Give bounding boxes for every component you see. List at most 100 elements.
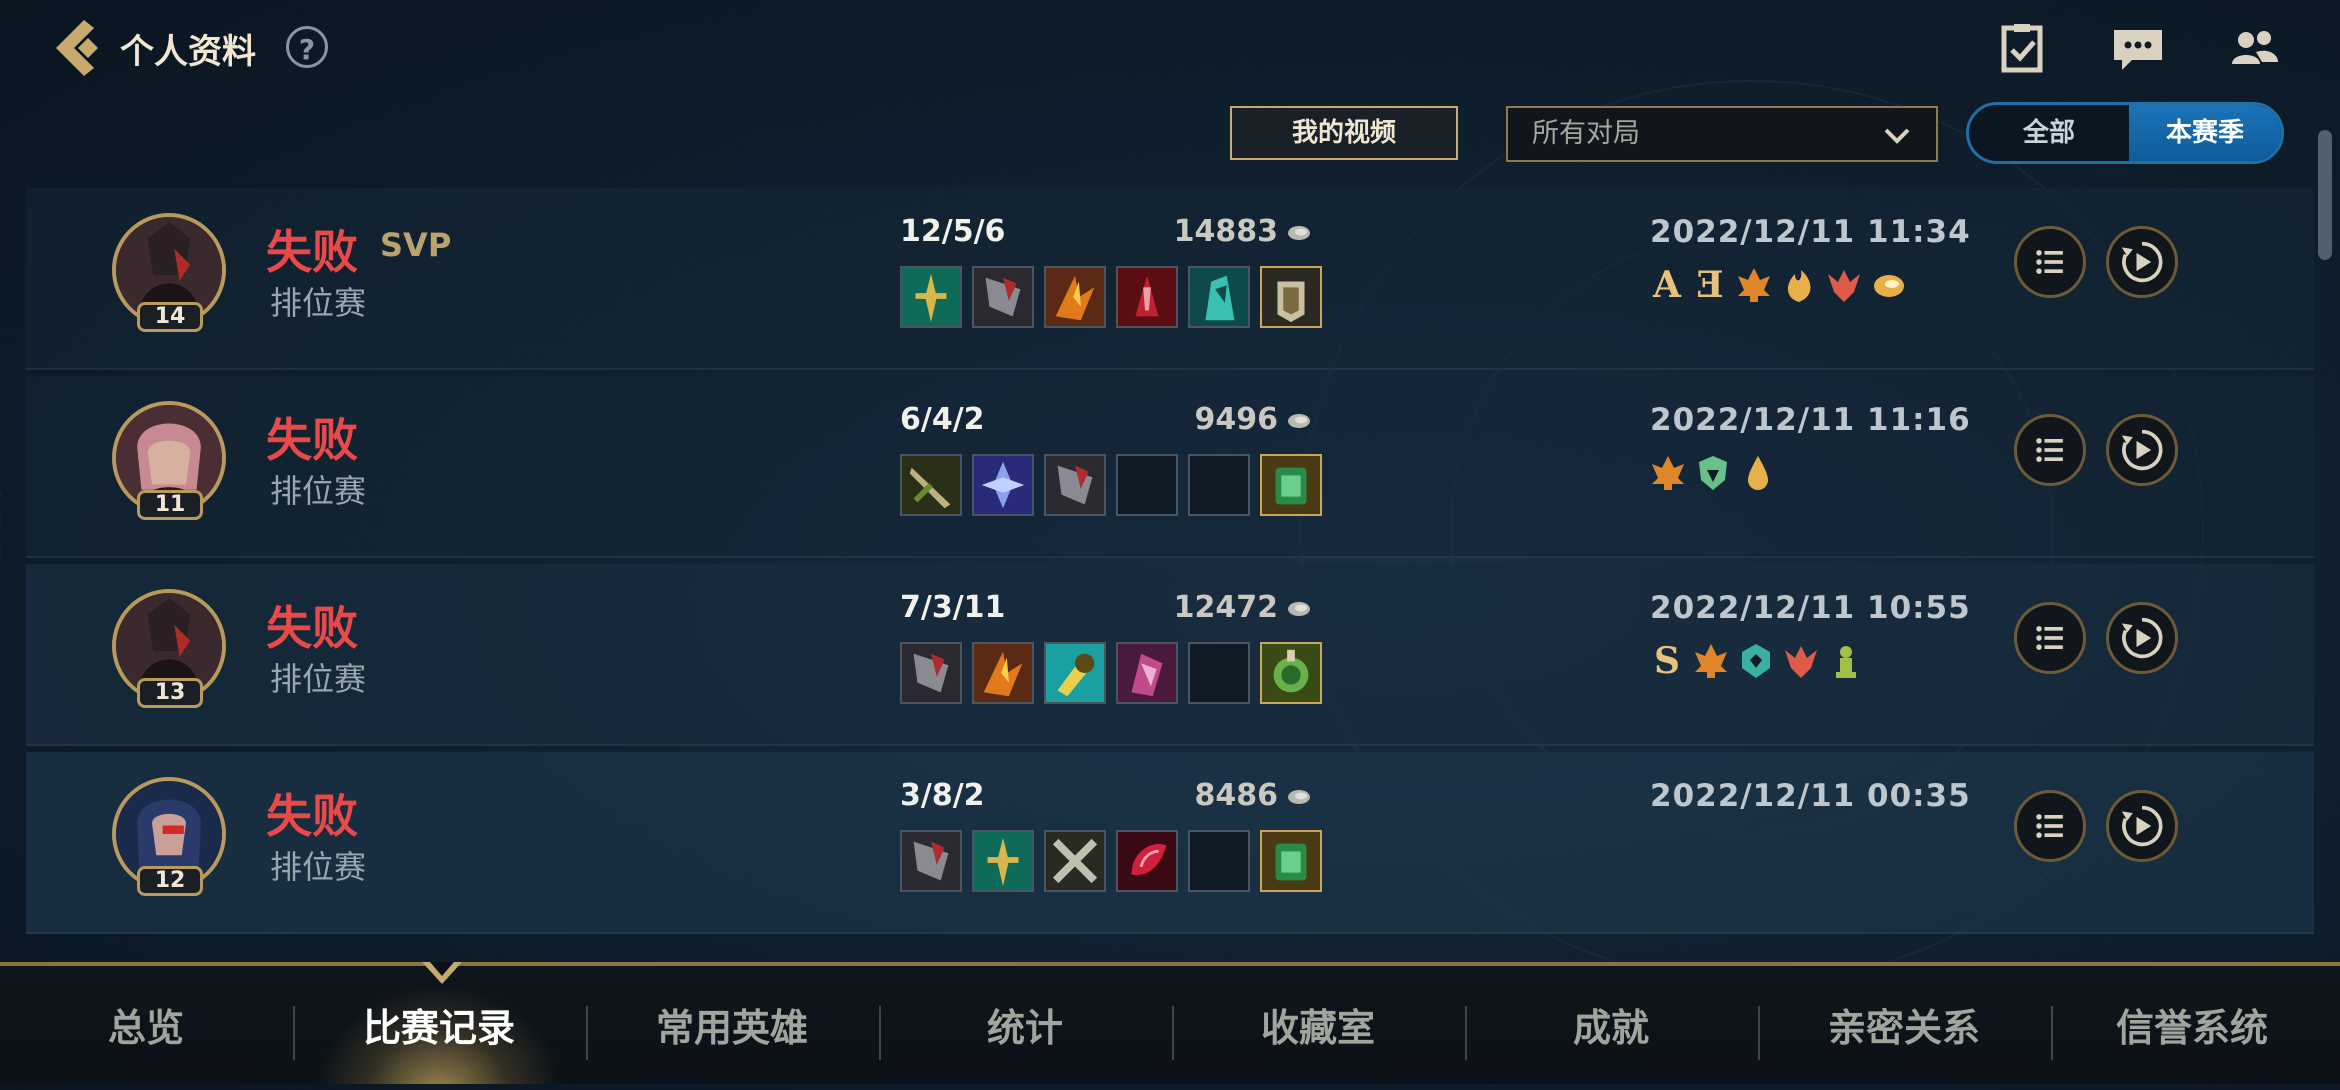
item-slot[interactable] [900,266,962,328]
segment-current-season[interactable]: 本赛季 [2129,105,2281,161]
replay-button[interactable] [2106,414,2178,486]
replay-button[interactable] [2106,226,2178,298]
missions-button[interactable] [1992,20,2052,76]
item-slot-empty[interactable] [1188,454,1250,516]
match-badges: S [1650,642,1868,682]
gold-coin-icon [1288,413,1310,428]
item-slot[interactable] [1044,830,1106,892]
top-bar: 个人资料 ? [0,0,2340,100]
back-arrow-icon [56,20,98,76]
tab-overview[interactable]: 总览 [0,966,292,1084]
item-slot[interactable] [972,454,1034,516]
gold-earned: 8486 [1116,778,1312,813]
back-button[interactable] [48,16,108,80]
match-row[interactable]: 11 失败 排位赛 6/4/2 9496 2022/12/11 11:16 [26,376,2314,558]
item-slot[interactable] [900,642,962,704]
match-details-button[interactable] [2014,226,2086,298]
dragon-badge-icon [1785,646,1818,678]
trinket-slot[interactable] [1260,454,1322,516]
item-slot[interactable] [972,266,1034,328]
side-watermark-text: 14320604 [0,490,4,572]
match-type-dropdown[interactable]: 所有对局 [1506,106,1938,162]
list-icon [2036,814,2063,838]
clipboard-check-icon [2001,24,2043,73]
replay-icon [2121,805,2163,847]
trinket-slot[interactable] [1260,266,1322,328]
kda: 12/5/6 [900,214,1006,249]
item-slot[interactable] [900,454,962,516]
champion-level: 14 [137,302,203,332]
match-row[interactable]: 13 失败 排位赛 7/3/11 12472 2022/12/11 10:55 … [26,564,2314,746]
flame-badge-icon [1788,270,1811,302]
match-date: 2022/12/11 11:34 [1650,214,1971,250]
page-title: 个人资料 [120,32,256,72]
drop-badge-icon [1748,456,1769,490]
list-icon [2036,438,2063,462]
gold-earned: 14883 [1116,214,1312,249]
trinket-slot[interactable] [1260,830,1322,892]
match-details-button[interactable] [2014,790,2086,862]
gold-value: 14883 [1173,214,1278,249]
ward-shield-badge-icon [1699,456,1728,490]
friends-button[interactable] [2224,20,2284,76]
chat-button[interactable] [2108,20,2168,76]
match-result: 失败 [266,225,358,279]
shield-badge-icon [1742,644,1771,678]
ward-badge-icon [1836,646,1857,678]
tab-collection[interactable]: 收藏室 [1172,966,1464,1084]
my-videos-button[interactable]: 我的视频 [1230,106,1458,160]
gold-value: 9496 [1194,402,1279,437]
match-row[interactable]: 12 失败 排位赛 3/8/2 8486 2022/12/11 00:35 [26,752,2314,934]
item-slot-empty[interactable] [1188,830,1250,892]
grade-letter: Ǝ [1696,264,1724,306]
match-date: 2022/12/11 10:55 [1650,590,1971,626]
gold-value: 12472 [1173,590,1278,625]
tab-honor-system[interactable]: 信誉系统 [2046,966,2338,1084]
match-badges [1650,454,1780,494]
bottom-tab-bar: 总览 比赛记录 常用英雄 统计 收藏室 成就 亲密关系 信誉系统 [0,962,2340,1084]
tower-badge-icon [1738,268,1771,302]
active-tab-indicator-icon [422,962,462,984]
friends-icon [2232,31,2278,64]
tab-relationships[interactable]: 亲密关系 [1758,966,2050,1084]
help-button[interactable]: ? [286,26,328,68]
scrollbar[interactable] [2318,130,2332,260]
match-row[interactable]: 14 失败 SVP 排位赛 12/5/6 14883 2022/12/11 11… [26,188,2314,370]
match-result: 失败 [266,413,358,467]
dropdown-value: 所有对局 [1532,118,1640,149]
item-slot-empty[interactable] [1116,454,1178,516]
item-slot[interactable] [1116,830,1178,892]
game-mode: 排位赛 [270,660,367,698]
match-result: 失败 [266,789,358,843]
replay-icon [2121,429,2163,471]
item-slot[interactable] [900,830,962,892]
chevron-down-icon [1884,128,1910,144]
match-date: 2022/12/11 11:16 [1650,402,1971,438]
item-slot[interactable] [1116,266,1178,328]
replay-button[interactable] [2106,790,2178,862]
tab-common-champions[interactable]: 常用英雄 [586,966,878,1084]
item-slot[interactable] [972,830,1034,892]
dragon-badge-icon [1828,270,1861,302]
match-details-button[interactable] [2014,414,2086,486]
trinket-slot[interactable] [1260,642,1322,704]
match-details-button[interactable] [2014,602,2086,674]
segment-all[interactable]: 全部 [1969,105,2129,161]
game-mode: 排位赛 [270,472,367,510]
item-slot[interactable] [1044,642,1106,704]
tab-achievements[interactable]: 成就 [1465,966,1757,1084]
tab-statistics[interactable]: 统计 [879,966,1171,1084]
replay-button[interactable] [2106,602,2178,674]
grade-letter: S [1654,640,1680,682]
replay-icon [2121,241,2163,283]
gold-value: 8486 [1194,778,1279,813]
gold-earned: 12472 [1116,590,1312,625]
item-slot[interactable] [1116,642,1178,704]
item-slot[interactable] [972,642,1034,704]
item-slot[interactable] [1044,454,1106,516]
item-slot[interactable] [1188,266,1250,328]
list-icon [2036,250,2063,274]
item-slot[interactable] [1044,266,1106,328]
item-slot-empty[interactable] [1188,642,1250,704]
season-segmented-control: 全部 本赛季 [1966,102,2284,164]
